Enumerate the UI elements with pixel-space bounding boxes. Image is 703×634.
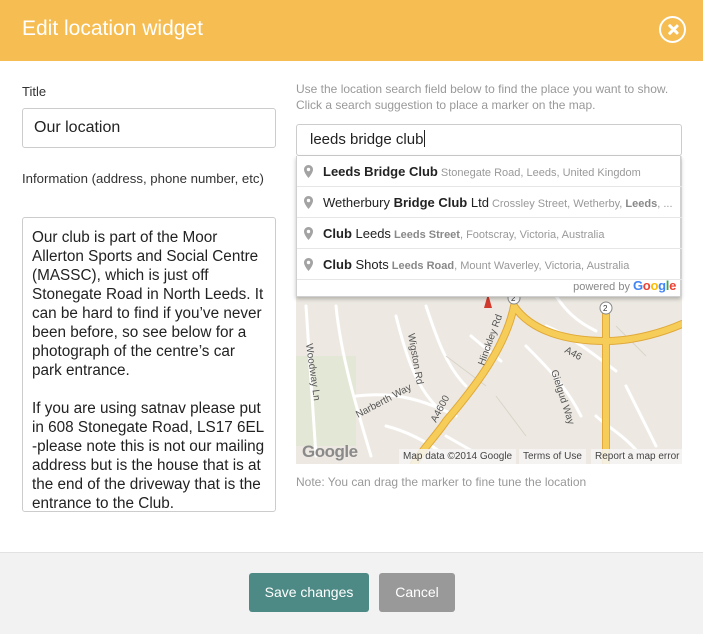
- search-suggestions: Leeds Bridge Club Stonegate Road, Leeds, …: [296, 156, 682, 297]
- map-footer: Google Map data ©2014 Google Terms of Us…: [296, 442, 682, 464]
- suggestion-secondary-text: , ...: [657, 198, 673, 210]
- suggestion-text: Wetherbury: [323, 195, 394, 210]
- map-attribution: Map data ©2014 Google: [399, 449, 517, 464]
- info-textarea[interactable]: Our club is part of the Moor Allerton Sp…: [22, 217, 276, 512]
- suggestion-secondary-text: Crossley Street, Wetherby,: [491, 198, 626, 210]
- dialog-title: Edit location widget: [22, 17, 203, 40]
- suggestion-text: Ltd: [467, 195, 489, 210]
- drag-marker-note: Note: You can drag the marker to fine tu…: [296, 475, 587, 489]
- suggestion-secondary-match: Leeds Street: [393, 229, 460, 241]
- suggestion-item[interactable]: Club Shots Leeds Road, Mount Waverley, Vi…: [297, 249, 682, 280]
- suggestion-secondary: Stonegate Road, Leeds, United Kingdom: [440, 167, 641, 179]
- suggestion-secondary: Crossley Street, Wetherby, Leeds, ...: [492, 198, 673, 210]
- map-route-marker: 2: [603, 304, 608, 313]
- text-caret: [424, 130, 426, 147]
- title-label: Title: [22, 84, 47, 99]
- suggestion-match: Club: [323, 226, 352, 241]
- map-pin-icon: [304, 258, 313, 271]
- cancel-button[interactable]: Cancel: [379, 573, 455, 612]
- suggestion-secondary-match: Leeds Road: [391, 260, 455, 272]
- search-value: leeds bridge club: [310, 131, 424, 148]
- info-paragraph: If you are using satnav please put in 60…: [32, 400, 265, 512]
- suggestion-secondary-match: Leeds: [625, 198, 658, 210]
- suggestion-main: Club Leeds Leeds Street, Footscray, Victo…: [323, 226, 604, 241]
- suggestion-secondary-text: , Mount Waverley, Victoria, Australia: [454, 260, 630, 272]
- suggestion-item[interactable]: Club Leeds Leeds Street, Footscray, Victo…: [297, 218, 682, 249]
- powered-by-google: powered by Google: [573, 278, 676, 293]
- map-pin-icon: [304, 196, 313, 209]
- suggestion-match: Bridge Club: [393, 195, 468, 210]
- map-terms-link[interactable]: Terms of Use: [519, 449, 586, 464]
- map-pin-icon: [304, 227, 313, 240]
- location-help-text: Use the location search field below to f…: [296, 82, 669, 112]
- info-paragraph: Our club is part of the Moor Allerton Sp…: [32, 229, 264, 379]
- suggestion-item[interactable]: Wetherbury Bridge Club Ltd Crossley Stree…: [297, 187, 682, 218]
- suggestion-text: Leeds: [351, 226, 391, 241]
- suggestion-secondary-text: , Footscray, Victoria, Australia: [459, 229, 605, 241]
- suggestion-match: Leeds Bridge Club: [323, 164, 438, 179]
- map-pin-icon: [304, 165, 313, 178]
- suggestion-secondary: Leeds Street, Footscray, Victoria, Austr…: [394, 229, 605, 241]
- suggestion-main: Leeds Bridge Club Stonegate Road, Leeds, …: [323, 164, 641, 179]
- location-search-input[interactable]: leeds bridge club: [296, 124, 682, 156]
- suggestion-match: Club: [323, 257, 352, 272]
- suggestion-main: Wetherbury Bridge Club Ltd Crossley Stree…: [323, 195, 673, 210]
- info-label: Information (address, phone number, etc): [22, 171, 264, 186]
- suggestion-text: Shots: [351, 257, 389, 272]
- google-logo: Google: [632, 278, 676, 293]
- powered-by-text: powered by: [573, 281, 630, 293]
- suggestion-secondary: Leeds Road, Mount Waverley, Victoria, Au…: [392, 260, 630, 272]
- close-circle-icon[interactable]: [659, 16, 686, 43]
- map-report-link[interactable]: Report a map error: [591, 449, 682, 464]
- map-google-logo: Google: [302, 442, 358, 461]
- save-changes-button[interactable]: Save changes: [249, 573, 369, 612]
- suggestion-item[interactable]: Leeds Bridge Club Stonegate Road, Leeds, …: [297, 156, 682, 187]
- title-input[interactable]: Our location: [22, 108, 276, 148]
- dialog-header: Edit location widget: [0, 0, 703, 61]
- suggestion-main: Club Shots Leeds Road, Mount Waverley, Vi…: [323, 257, 629, 272]
